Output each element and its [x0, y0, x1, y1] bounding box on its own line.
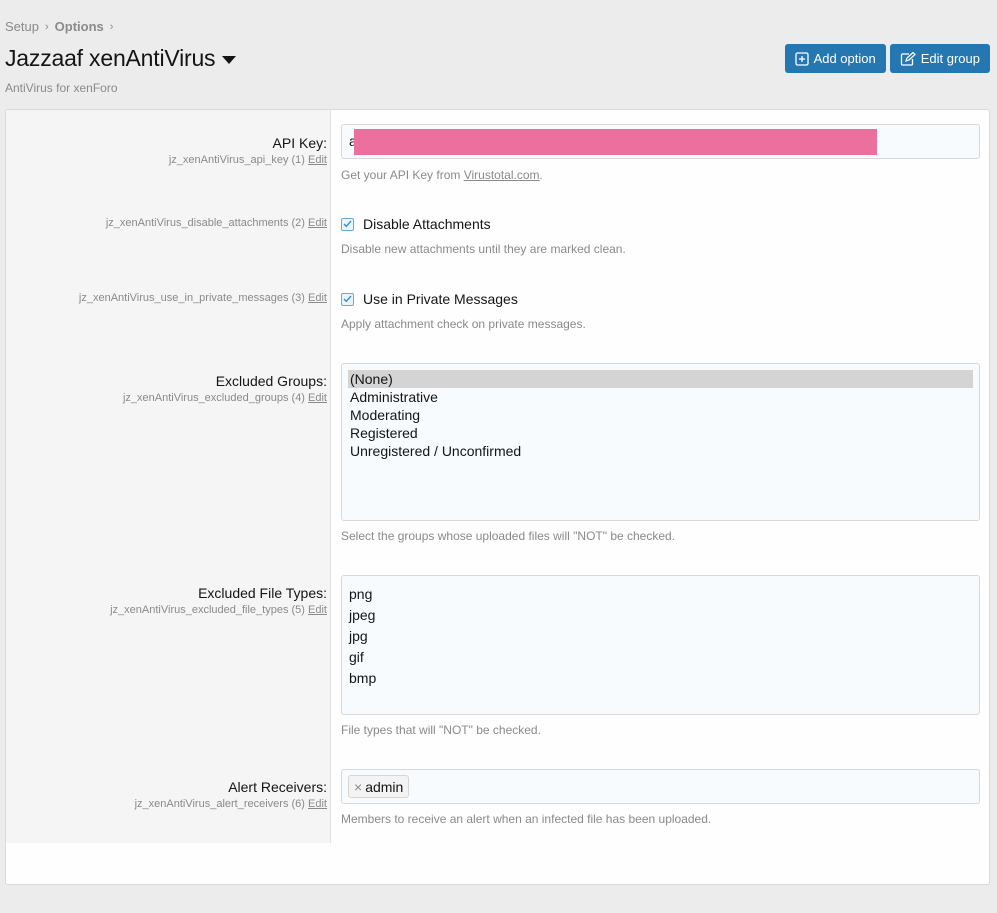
alert-receivers-label: Alert Receivers: — [228, 779, 327, 795]
alert-receivers-option-id: jz_xenAntiVirus_alert_receivers (6) — [134, 798, 305, 810]
use-in-pm-checkbox[interactable] — [341, 292, 354, 306]
disable-attachments-label: Disable Attachments — [363, 216, 491, 232]
api-key-explain-suffix: . — [539, 168, 543, 182]
alert-receivers-label-block: Alert Receivers: jz_xenAntiVirus_alert_r… — [7, 779, 327, 810]
breadcrumb-separator: › — [44, 20, 49, 33]
checkmark-icon — [343, 295, 352, 303]
use-in-pm-field: Use in Private Messages Apply attachment… — [341, 291, 980, 331]
disable-attachments-hint: jz_xenAntiVirus_disable_attachments (2) … — [7, 217, 327, 229]
options-panel: API Key: jz_xenAntiVirus_api_key (1) Edi… — [5, 109, 990, 885]
alert-receivers-input[interactable]: × admin — [341, 769, 980, 804]
group-option[interactable]: (None) — [348, 370, 973, 388]
title-row: Jazzaaf xenAntiVirus — [5, 45, 237, 72]
api-key-explain-text: Get your API Key from — [341, 168, 464, 182]
use-in-pm-option-id: jz_xenAntiVirus_use_in_private_messages … — [78, 292, 305, 304]
api-key-hint: jz_xenAntiVirus_api_key (1) Edit — [7, 154, 327, 166]
edit-group-label: Edit group — [920, 51, 980, 66]
breadcrumb: Setup › Options › — [5, 19, 113, 34]
use-in-pm-hint: jz_xenAntiVirus_use_in_private_messages … — [7, 292, 327, 304]
group-option[interactable]: Moderating — [348, 406, 973, 424]
use-in-pm-edit-link[interactable]: Edit — [308, 292, 327, 304]
excluded-file-types-label-block: Excluded File Types: jz_xenAntiVirus_exc… — [7, 585, 327, 616]
breadcrumb-options[interactable]: Options — [55, 19, 104, 34]
caret-down-icon[interactable] — [222, 56, 237, 64]
excluded-file-types-field: png jpeg jpg gif bmp File types that wil… — [341, 575, 980, 737]
file-type-line: jpeg — [349, 607, 376, 623]
excluded-file-types-option-id: jz_xenAntiVirus_excluded_file_types (5) — [110, 604, 305, 616]
excluded-file-types-explain: File types that will "NOT" be checked. — [341, 723, 541, 737]
breadcrumb-setup[interactable]: Setup — [5, 19, 39, 34]
page-subtitle: AntiVirus for xenForo — [5, 81, 118, 95]
header-actions: Add option Edit group — [784, 44, 990, 73]
disable-attachments-checkbox-row[interactable]: Disable Attachments — [341, 216, 980, 232]
file-type-line: jpg — [349, 628, 368, 644]
checkmark-icon — [343, 220, 352, 228]
api-key-label-block: API Key: jz_xenAntiVirus_api_key (1) Edi… — [7, 135, 327, 166]
excluded-file-types-hint: jz_xenAntiVirus_excluded_file_types (5) … — [7, 604, 327, 616]
excluded-file-types-label: Excluded File Types: — [198, 585, 327, 601]
api-key-option-id: jz_xenAntiVirus_api_key (1) — [168, 154, 305, 166]
disable-attachments-label-block: jz_xenAntiVirus_disable_attachments (2) … — [7, 214, 327, 229]
redaction-overlay — [354, 129, 877, 155]
page-title: Jazzaaf xenAntiVirus — [5, 45, 216, 71]
options-page: Setup › Options › Jazzaaf xenAntiVirus A… — [0, 0, 997, 913]
file-type-line: gif — [349, 649, 364, 665]
plus-square-icon — [794, 51, 809, 66]
add-option-label: Add option — [813, 51, 876, 66]
use-in-pm-explain: Apply attachment check on private messag… — [341, 317, 586, 331]
use-in-pm-label-block: jz_xenAntiVirus_use_in_private_messages … — [7, 289, 327, 304]
group-option[interactable]: Registered — [348, 424, 973, 442]
excluded-groups-field: (None) Administrative Moderating Registe… — [341, 363, 980, 543]
disable-attachments-edit-link[interactable]: Edit — [308, 217, 327, 229]
breadcrumb-separator: › — [109, 20, 114, 33]
edit-group-button[interactable]: Edit group — [889, 44, 990, 73]
add-option-button[interactable]: Add option — [784, 44, 886, 73]
excluded-groups-explain: Select the groups whose uploaded files w… — [341, 529, 676, 543]
receiver-token-label: admin — [365, 778, 404, 795]
file-type-line: png — [349, 586, 373, 602]
excluded-groups-edit-link[interactable]: Edit — [308, 392, 327, 404]
excluded-groups-hint: jz_xenAntiVirus_excluded_groups (4) Edit — [7, 392, 327, 404]
api-key-edit-link[interactable]: Edit — [308, 154, 327, 166]
alert-receivers-edit-link[interactable]: Edit — [308, 798, 327, 810]
excluded-groups-option-id: jz_xenAntiVirus_excluded_groups (4) — [122, 392, 305, 404]
excluded-file-types-textarea[interactable]: png jpeg jpg gif bmp — [341, 575, 980, 715]
excluded-groups-label-block: Excluded Groups: jz_xenAntiVirus_exclude… — [7, 373, 327, 404]
api-key-explain: Get your API Key from Virustotal.com. — [341, 168, 980, 182]
use-in-pm-label: Use in Private Messages — [363, 291, 518, 307]
api-key-field: a Get your API Key from Virustotal.com. — [341, 124, 980, 182]
api-key-input[interactable]: a — [341, 124, 980, 159]
excluded-groups-listbox[interactable]: (None) Administrative Moderating Registe… — [341, 363, 980, 521]
excluded-groups-label: Excluded Groups: — [215, 373, 327, 389]
virustotal-link[interactable]: Virustotal.com — [464, 168, 540, 182]
disable-attachments-field: Disable Attachments Disable new attachme… — [341, 216, 980, 256]
api-key-label: API Key: — [272, 135, 327, 151]
alert-receivers-explain: Members to receive an alert when an infe… — [341, 812, 712, 826]
disable-attachments-checkbox[interactable] — [341, 217, 354, 231]
receiver-token: × admin — [348, 775, 410, 798]
alert-receivers-hint: jz_xenAntiVirus_alert_receivers (6) Edit — [7, 798, 327, 810]
edit-pencil-icon — [900, 51, 916, 66]
group-option[interactable]: Administrative — [348, 388, 973, 406]
use-in-pm-checkbox-row[interactable]: Use in Private Messages — [341, 291, 980, 307]
alert-receivers-field: × admin Members to receive an alert when… — [341, 769, 980, 826]
disable-attachments-explain: Disable new attachments until they are m… — [341, 242, 626, 256]
disable-attachments-option-id: jz_xenAntiVirus_disable_attachments (2) — [105, 217, 305, 229]
group-option[interactable]: Unregistered / Unconfirmed — [348, 442, 973, 460]
excluded-file-types-edit-link[interactable]: Edit — [308, 604, 327, 616]
remove-token-icon[interactable]: × — [354, 779, 362, 795]
file-type-line: bmp — [349, 670, 377, 686]
